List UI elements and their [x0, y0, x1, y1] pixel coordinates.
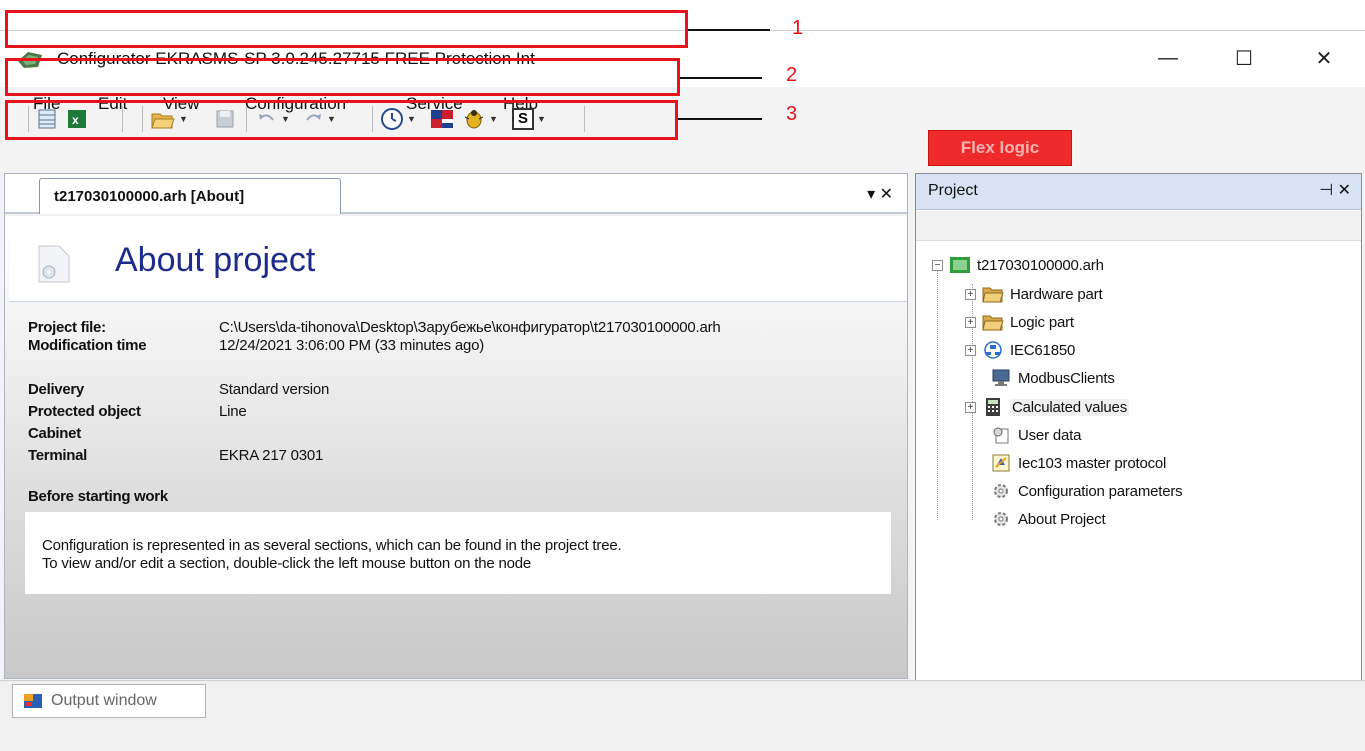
- annotation-number-1: 1: [792, 17, 804, 39]
- label-project-file: Project file:: [28, 319, 106, 336]
- tree-item-user-data[interactable]: User data: [990, 424, 1081, 446]
- gear-icon: [994, 512, 1008, 526]
- collapse-icon[interactable]: −: [932, 259, 943, 271]
- instructions-line: Configuration is represented in as sever…: [42, 537, 622, 554]
- project-panel-controls[interactable]: ⊣ ✕: [1319, 180, 1351, 200]
- tree-item-label: Iec103 master protocol: [1018, 454, 1167, 472]
- label-terminal: Terminal: [28, 447, 88, 464]
- document-tab-strip: t217030100000.arh [About] ▾ ✕: [5, 174, 907, 214]
- document-pane: t217030100000.arh [About] ▾ ✕ About proj…: [4, 173, 908, 679]
- before-starting-heading: Before starting work: [28, 488, 168, 505]
- label-cabinet: Cabinet: [28, 425, 81, 442]
- output-window-icon: [24, 694, 42, 708]
- tree-root-label: t217030100000.arh: [977, 256, 1104, 274]
- annotation-number-2: 2: [786, 64, 798, 86]
- minimize-button[interactable]: —: [1146, 41, 1190, 75]
- annotation-leader-1: [688, 29, 770, 31]
- tree-item-calculated-values[interactable]: + Calculated values: [965, 396, 1130, 418]
- tree-item-label: Hardware part: [1010, 285, 1103, 303]
- document-tab-controls[interactable]: ▾ ✕: [867, 184, 893, 204]
- flex-logic-button[interactable]: Flex logic: [928, 130, 1072, 166]
- tree-item-label: Calculated values: [1010, 398, 1130, 416]
- value-delivery: Standard version: [219, 381, 330, 398]
- tree-item-logic-part[interactable]: + Logic part: [965, 311, 1074, 333]
- output-window-label: Output window: [51, 692, 157, 709]
- value-modification-time: 12/24/2021 3:06:00 PM (33 minutes ago): [219, 337, 485, 354]
- minimize-icon: —: [1158, 46, 1178, 69]
- project-panel-header: Project ⊣ ✕: [916, 174, 1361, 210]
- annotation-number-3: 3: [786, 103, 798, 125]
- about-page: About project Project file: C:\Users\da-…: [5, 216, 907, 678]
- project-icon: [950, 257, 970, 273]
- monitor-icon: [992, 369, 1010, 386]
- tree-item-label: IEC61850: [1010, 341, 1076, 359]
- about-header: About project: [9, 216, 907, 302]
- tree-item-label: Logic part: [1010, 313, 1074, 331]
- tree-item-iec103-master-protocol[interactable]: Iec103 master protocol: [990, 452, 1166, 474]
- expand-icon[interactable]: +: [965, 316, 976, 328]
- instructions-box: Configuration is represented in as sever…: [25, 512, 891, 594]
- value-terminal: EKRA 217 0301: [219, 447, 324, 464]
- folder-icon: [982, 315, 1004, 331]
- tree-item-iec61850[interactable]: + IEC61850: [965, 339, 1075, 361]
- gear-icon: [994, 484, 1008, 498]
- output-window-tab[interactable]: Output window: [12, 684, 206, 718]
- label-protected-object: Protected object: [28, 403, 141, 420]
- annotation-box-2: [5, 58, 680, 96]
- user-data-icon: [993, 427, 1009, 444]
- instructions-line: To view and/or edit a section, double-cl…: [42, 555, 532, 572]
- expand-icon[interactable]: +: [965, 344, 976, 356]
- label-delivery: Delivery: [28, 381, 84, 398]
- project-panel: Project ⊣ ✕ − t217030100000.arh + Hardwa…: [915, 173, 1362, 681]
- value-protected-object: Line: [219, 403, 247, 420]
- tree-item-label: About Project: [1018, 510, 1106, 528]
- calculator-icon: [986, 398, 1000, 416]
- maximize-button[interactable]: ☐: [1222, 41, 1266, 75]
- document-settings-icon: [38, 245, 70, 283]
- project-panel-toolbar: [916, 211, 1361, 241]
- annotation-leader-3: [678, 118, 762, 120]
- protocol-icon: [992, 454, 1010, 472]
- tree-connector: [937, 270, 938, 520]
- expand-icon[interactable]: +: [965, 401, 976, 413]
- tree-item-label: ModbusClients: [1018, 369, 1115, 387]
- annotation-leader-2: [680, 77, 762, 79]
- folder-icon: [982, 287, 1004, 303]
- maximize-icon: ☐: [1235, 47, 1253, 70]
- project-panel-title: Project: [928, 182, 978, 199]
- tree-item-configuration-parameters[interactable]: Configuration parameters: [990, 480, 1183, 502]
- label-modification-time: Modification time: [28, 337, 147, 354]
- network-icon: [984, 341, 1002, 359]
- annotation-box-1: [5, 10, 688, 48]
- expand-icon[interactable]: +: [965, 288, 976, 300]
- tree-root[interactable]: − t217030100000.arh: [932, 254, 1104, 276]
- annotation-box-3: [5, 100, 678, 140]
- tree-item-about-project[interactable]: About Project: [990, 508, 1106, 530]
- document-tab[interactable]: t217030100000.arh [About]: [39, 178, 341, 214]
- value-project-file: C:\Users\da-tihonova\Desktop\Зарубежье\к…: [219, 319, 721, 336]
- tree-item-hardware-part[interactable]: + Hardware part: [965, 283, 1103, 305]
- tree-item-label: Configuration parameters: [1018, 482, 1183, 500]
- tree-item-label: User data: [1018, 426, 1082, 444]
- close-icon: ✕: [1315, 47, 1333, 70]
- status-bar: [0, 722, 1365, 751]
- page-title: About project: [115, 241, 316, 279]
- close-window-button[interactable]: ✕: [1302, 41, 1346, 75]
- tree-item-modbusclients[interactable]: ModbusClients: [990, 367, 1115, 389]
